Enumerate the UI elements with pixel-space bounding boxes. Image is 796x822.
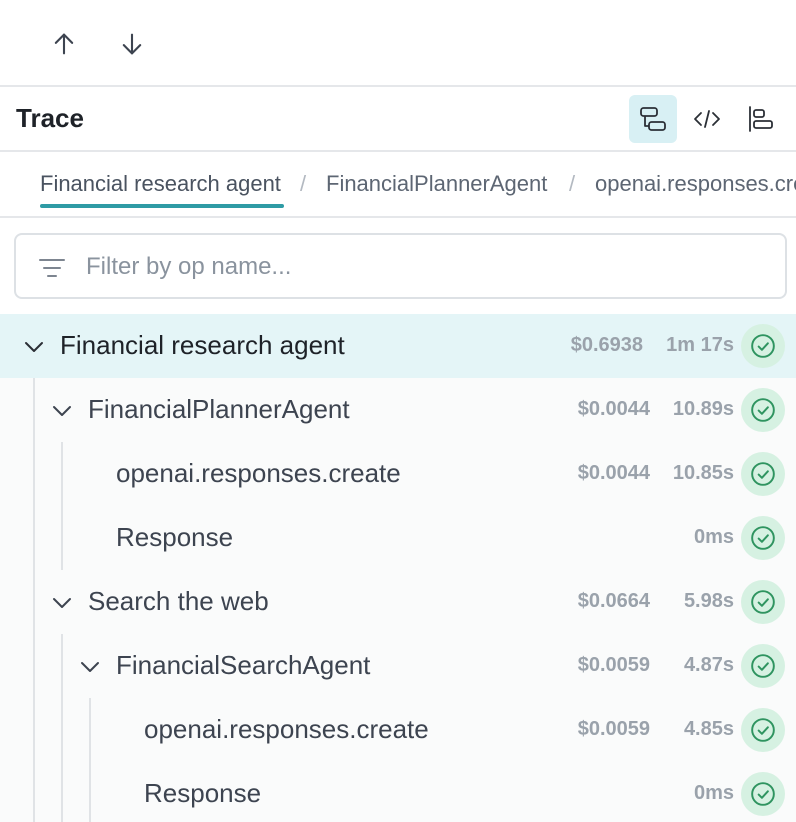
tree-row[interactable]: Financial research agent $0.6938 1m 17s xyxy=(0,314,796,378)
filter-input[interactable] xyxy=(84,243,778,291)
check-circle-icon xyxy=(751,462,775,486)
status-badge xyxy=(741,324,785,368)
status-badge xyxy=(741,452,785,496)
arrow-down-icon xyxy=(122,33,142,55)
tree-row-duration: 0ms xyxy=(693,526,734,548)
tree-view-icon xyxy=(640,107,666,131)
status-badge xyxy=(741,644,785,688)
check-circle-icon xyxy=(751,398,775,422)
check-circle-icon xyxy=(751,526,775,550)
status-badge xyxy=(741,580,785,624)
trace-tree: Financial research agent $0.6938 1m 17s … xyxy=(0,314,796,822)
chevron-down-icon[interactable] xyxy=(50,399,74,423)
status-badge xyxy=(741,772,785,816)
chevron-down-icon[interactable] xyxy=(78,655,102,679)
tree-row-duration: 0ms xyxy=(693,782,734,804)
tree-row-label: FinancialSearchAgent xyxy=(116,650,371,680)
filter-box xyxy=(14,233,787,299)
tree-row-duration: 5.98s xyxy=(683,590,734,612)
tree-row-label: openai.responses.create xyxy=(116,458,401,488)
tree-row-duration: 4.85s xyxy=(683,718,734,740)
code-view-button[interactable] xyxy=(683,95,731,143)
tree-row-label: openai.responses.create xyxy=(144,714,429,744)
tree-row-cost: $0.0059 xyxy=(577,654,650,676)
breadcrumb-item-financial-planner-agent[interactable]: FinancialPlannerAgent xyxy=(326,171,547,197)
tree-row[interactable]: openai.responses.create $0.0044 10.85s xyxy=(0,442,796,506)
status-badge xyxy=(741,388,785,432)
tree-row-duration: 10.89s xyxy=(672,398,734,420)
status-badge xyxy=(741,516,785,560)
tree-row-label: Search the web xyxy=(88,586,269,616)
page-title: Trace xyxy=(16,103,84,133)
status-badge xyxy=(741,708,785,752)
tree-row[interactable]: FinancialSearchAgent $0.0059 4.87s xyxy=(0,634,796,698)
check-circle-icon xyxy=(751,654,775,678)
next-button[interactable] xyxy=(110,22,154,66)
trace-header: Trace xyxy=(0,87,796,152)
tree-row-label: Response xyxy=(116,522,234,552)
tree-view-button[interactable] xyxy=(629,95,677,143)
tree-row[interactable]: openai.responses.create $0.0059 4.85s xyxy=(0,698,796,762)
tree-row-label: FinancialPlannerAgent xyxy=(88,394,350,424)
tree-row-cost: $0.0044 xyxy=(577,462,650,484)
top-navigation xyxy=(0,0,796,87)
breadcrumb-item-openai-responses-create[interactable]: openai.responses.create xyxy=(595,171,796,197)
timeline-view-icon xyxy=(749,106,773,132)
tree-row-duration: 10.85s xyxy=(672,462,734,484)
chevron-down-icon[interactable] xyxy=(22,335,46,359)
tree-row-cost: $0.0044 xyxy=(577,398,650,420)
check-circle-icon xyxy=(751,334,775,358)
check-circle-icon xyxy=(751,782,775,806)
filter-lines-icon xyxy=(39,259,65,277)
tree-row-duration: 4.87s xyxy=(683,654,734,676)
tree-row[interactable]: Response 0ms xyxy=(0,506,796,570)
arrow-up-icon xyxy=(54,33,74,55)
timeline-view-button[interactable] xyxy=(737,95,785,143)
tree-row-duration: 1m 17s xyxy=(666,334,734,356)
check-circle-icon xyxy=(751,718,775,742)
breadcrumb: Financial research agent / FinancialPlan… xyxy=(0,152,796,218)
tree-row[interactable]: Response 0ms xyxy=(0,762,796,822)
tree-row-cost: $0.6938 xyxy=(570,334,643,356)
breadcrumb-active-indicator xyxy=(40,204,284,208)
breadcrumb-separator: / xyxy=(569,171,576,196)
tree-row-cost: $0.0664 xyxy=(577,590,650,612)
breadcrumb-item-financial-research-agent[interactable]: Financial research agent xyxy=(40,171,281,197)
breadcrumb-separator: / xyxy=(300,171,307,196)
tree-row-label: Response xyxy=(144,778,262,808)
tree-row-cost: $0.0059 xyxy=(577,718,650,740)
tree-row[interactable]: FinancialPlannerAgent $0.0044 10.89s xyxy=(0,378,796,442)
tree-row[interactable]: Search the web $0.0664 5.98s xyxy=(0,570,796,634)
previous-button[interactable] xyxy=(42,22,86,66)
chevron-down-icon[interactable] xyxy=(50,591,74,615)
code-view-icon xyxy=(694,110,720,128)
tree-row-label: Financial research agent xyxy=(60,330,345,360)
check-circle-icon xyxy=(751,590,775,614)
trace-panel: Trace Financial research agent / Financi… xyxy=(0,0,796,822)
